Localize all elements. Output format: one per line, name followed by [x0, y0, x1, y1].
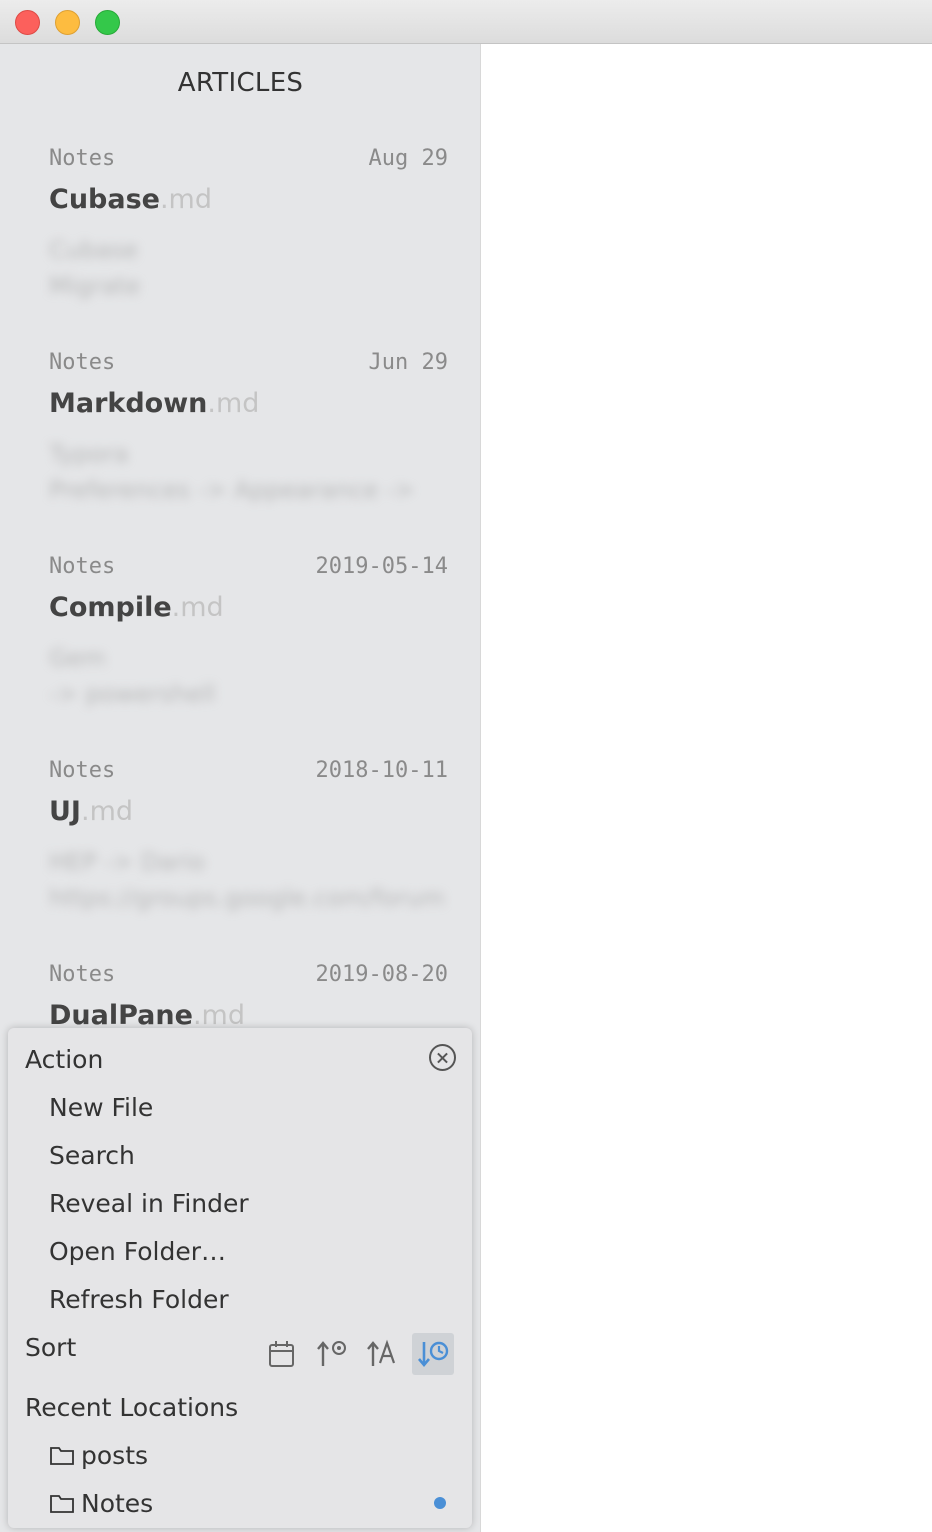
sort-by-name-icon[interactable]	[361, 1333, 403, 1375]
preview-line: Cubase	[49, 236, 139, 264]
minimize-window-button[interactable]	[55, 10, 80, 35]
article-date: Jun 29	[368, 350, 448, 375]
article-preview: Gem -> powershell	[49, 640, 215, 712]
article-title: Markdown.md	[49, 388, 259, 419]
article-folder: Notes	[49, 758, 116, 783]
search-menu-item[interactable]: Search	[49, 1141, 135, 1170]
sidebar-title: ARTICLES	[177, 68, 304, 98]
open-folder-menu-item[interactable]: Open Folder…	[49, 1237, 226, 1266]
editor-pane[interactable]	[482, 44, 932, 1532]
article-item[interactable]: Notes 2018-10-11 UJ.md HEP -> Dario http…	[49, 758, 449, 958]
article-extension: .md	[192, 1000, 245, 1031]
preview-line: Preferences -> Appearance ->	[49, 476, 415, 504]
article-folder: Notes	[49, 962, 116, 987]
article-name: DualPane	[49, 1000, 193, 1031]
article-item[interactable]: Notes Jun 29 Markdown.md Typora Preferen…	[49, 350, 449, 550]
article-date: 2019-08-20	[315, 962, 448, 987]
article-title: Cubase.md	[49, 184, 212, 215]
reveal-in-finder-menu-item[interactable]: Reveal in Finder	[49, 1189, 249, 1218]
article-folder: Notes	[49, 554, 116, 579]
article-item[interactable]: Notes Aug 29 Cubase.md Cubase Migrate	[49, 146, 449, 346]
article-date: 2019-05-14	[315, 554, 448, 579]
article-extension: .md	[159, 184, 212, 215]
sort-heading: Sort	[25, 1333, 77, 1362]
article-title: Compile.md	[49, 592, 224, 623]
action-heading: Action	[25, 1045, 104, 1074]
recent-location-label: posts	[81, 1441, 149, 1470]
preview-line: Typora	[49, 440, 129, 468]
recent-location-notes[interactable]: Notes	[49, 1489, 153, 1518]
active-location-indicator	[434, 1497, 446, 1509]
refresh-folder-menu-item[interactable]: Refresh Folder	[49, 1285, 229, 1314]
article-extension: .md	[80, 796, 134, 827]
sort-by-created-icon[interactable]	[311, 1333, 353, 1375]
preview-line: https://groups.google.com/forum	[49, 884, 445, 912]
preview-line: Migrate	[49, 272, 141, 300]
preview-line: Gem	[49, 644, 106, 672]
article-date: Aug 29	[368, 146, 448, 171]
folder-icon	[50, 1447, 74, 1465]
article-preview: Cubase Migrate	[49, 232, 140, 304]
article-title: DualPane.md	[49, 1000, 245, 1031]
article-name: Cubase	[49, 184, 160, 215]
close-panel-icon[interactable]	[429, 1044, 456, 1071]
preview-line: -> powershell	[49, 680, 216, 708]
folder-icon	[50, 1495, 74, 1513]
preview-line: HEP -> Dario	[49, 848, 206, 876]
article-title: UJ.md	[49, 796, 133, 827]
sort-by-folder-icon[interactable]	[261, 1333, 303, 1375]
window-titlebar	[0, 0, 932, 44]
article-folder: Notes	[49, 146, 116, 171]
recent-locations-heading: Recent Locations	[25, 1393, 239, 1422]
sort-by-modified-icon[interactable]	[412, 1333, 454, 1375]
article-folder: Notes	[49, 350, 116, 375]
article-preview: HEP -> Dario https://groups.google.com/f…	[49, 844, 445, 916]
article-extension: .md	[171, 592, 224, 623]
article-preview: Typora Preferences -> Appearance ->	[49, 436, 415, 508]
article-name: UJ	[49, 796, 81, 827]
recent-location-posts[interactable]: posts	[49, 1441, 148, 1470]
close-window-button[interactable]	[15, 10, 40, 35]
article-item[interactable]: Notes 2019-05-14 Compile.md Gem -> power…	[49, 554, 449, 754]
new-file-menu-item[interactable]: New File	[49, 1093, 153, 1122]
zoom-window-button[interactable]	[95, 10, 120, 35]
article-name: Compile	[49, 592, 172, 623]
recent-location-label: Notes	[81, 1489, 154, 1518]
article-name: Markdown	[49, 388, 208, 419]
article-extension: .md	[207, 388, 260, 419]
article-date: 2018-10-11	[315, 758, 448, 783]
action-panel: Action New File Search Reveal in Finder …	[8, 1028, 472, 1528]
